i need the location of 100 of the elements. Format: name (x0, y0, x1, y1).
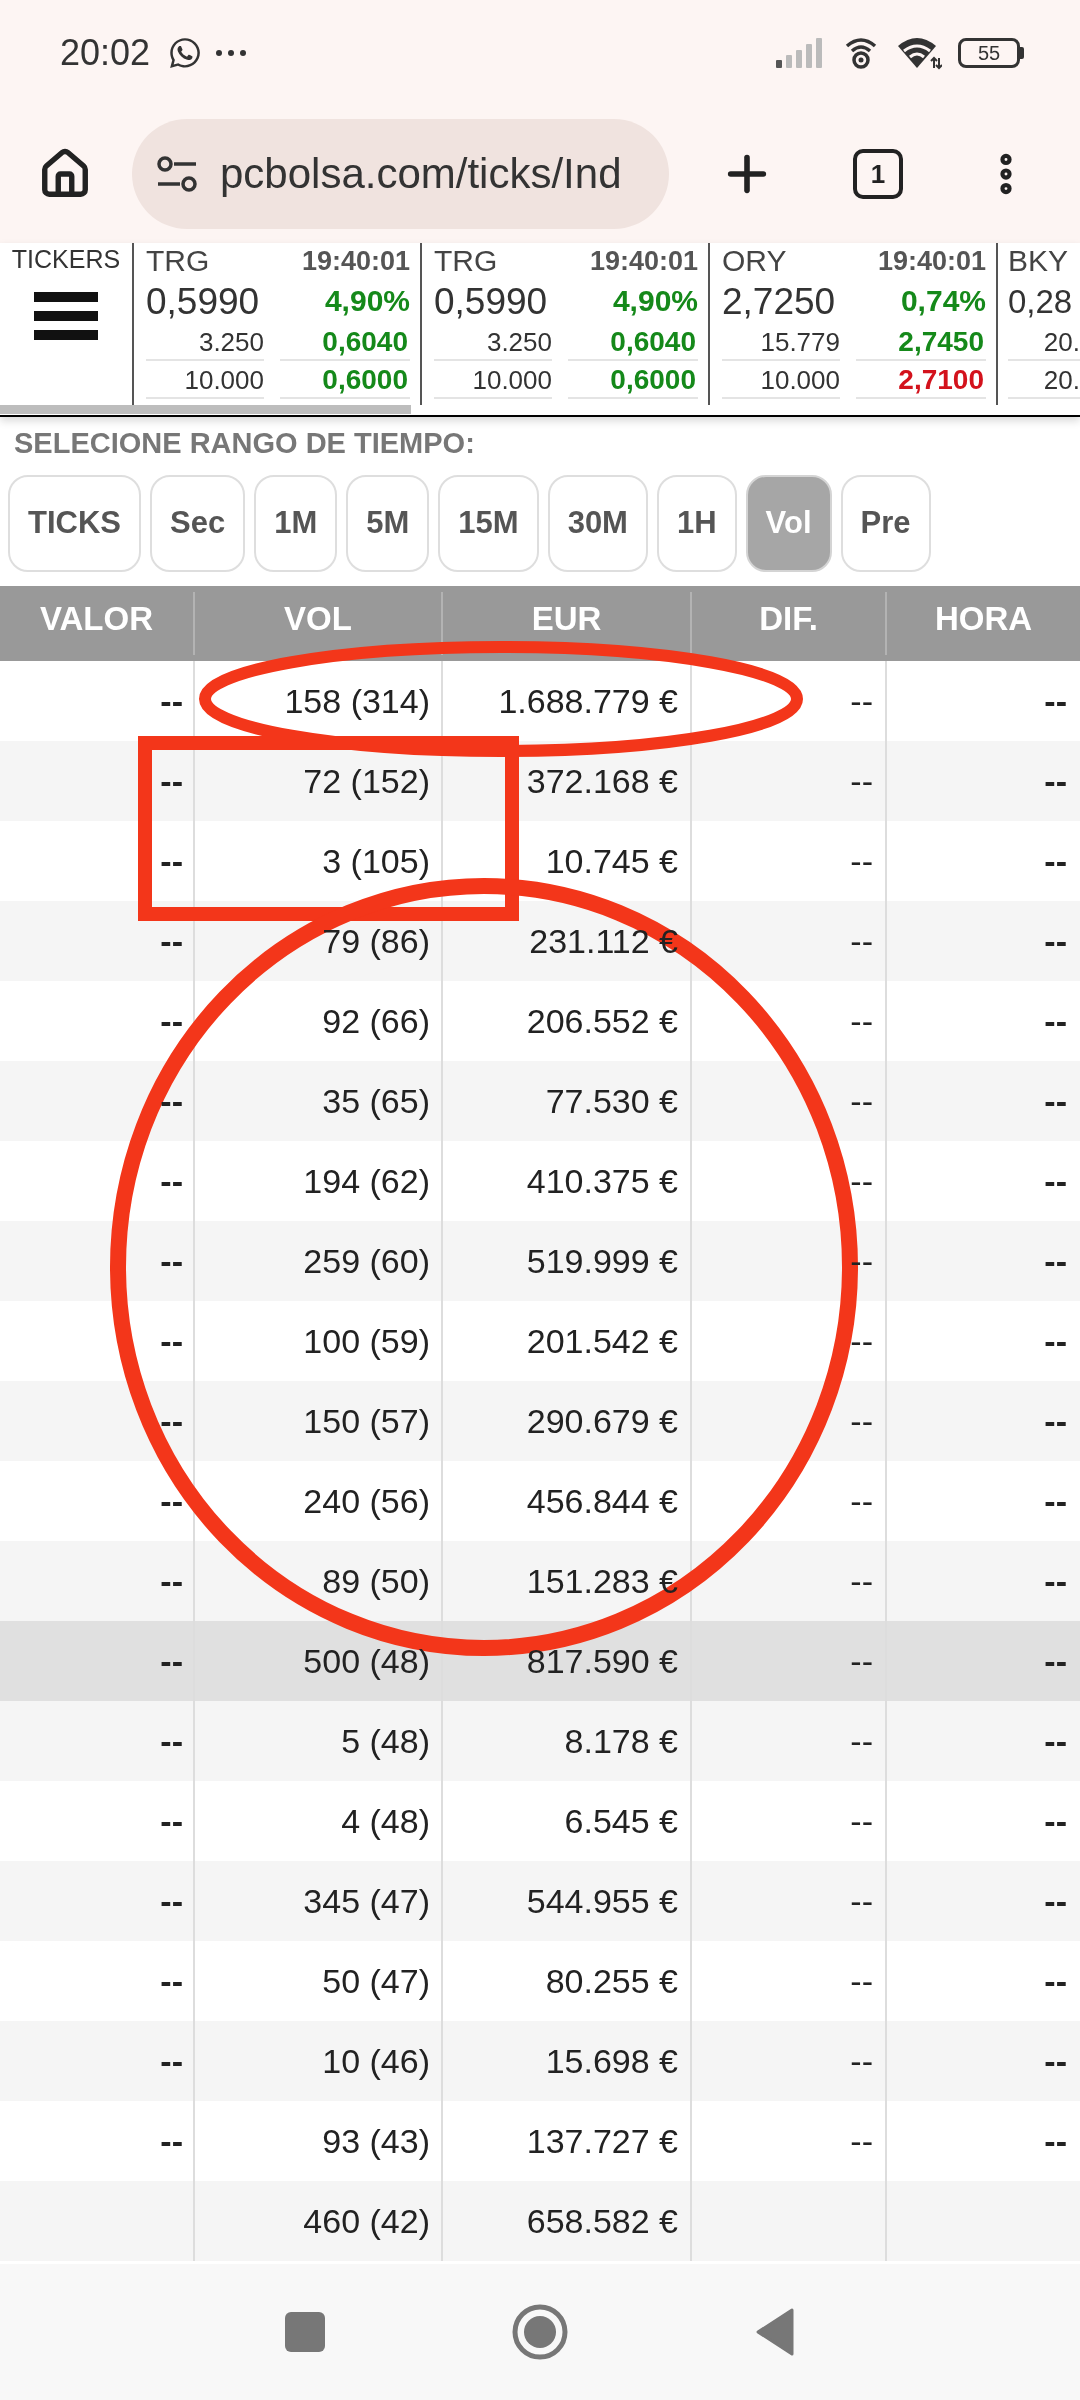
valor-cell: -- (160, 2044, 183, 2078)
ticker-symbol[interactable]: ORY (722, 246, 787, 276)
back-triangle-icon[interactable] (755, 2308, 794, 2356)
amount-cell: 410.375 € (526, 1164, 678, 1198)
volume-cell: 89 (50) (322, 1564, 430, 1598)
volume-cell: 345 (47) (303, 1884, 430, 1918)
valor-cell: -- (160, 1244, 183, 1278)
ticker-level-price: 0,6000 (280, 363, 410, 399)
time-cell: -- (1044, 844, 1067, 878)
volume-cell: 150 (57) (303, 1404, 430, 1438)
valor-cell: -- (160, 1564, 183, 1598)
difference-cell: -- (850, 1484, 873, 1518)
amount-cell: 372.168 € (526, 764, 678, 798)
ticker-symbol[interactable]: TRG (146, 246, 210, 276)
time-cell: -- (1044, 1564, 1067, 1598)
amount-cell: 290.679 € (526, 1404, 678, 1438)
table-row[interactable]: 460 (42) 658.582 € (0, 2181, 1080, 2261)
time-cell: -- (1044, 1724, 1067, 1758)
tab-count-button[interactable]: 1 (853, 149, 903, 199)
amount-cell: 456.844 € (526, 1484, 678, 1518)
difference-cell: -- (850, 1804, 873, 1838)
difference-cell: -- (850, 1404, 873, 1438)
table-row[interactable]: -- 500 (48) 817.590 € -- -- (0, 1621, 1080, 1701)
valor-cell: -- (160, 1644, 183, 1678)
table-row[interactable]: -- 150 (57) 290.679 € -- -- (0, 1381, 1080, 1461)
difference-cell: -- (850, 1084, 873, 1118)
time-cell: -- (1044, 1884, 1067, 1918)
volume-cell: 79 (86) (322, 924, 430, 958)
difference-cell: -- (850, 1004, 873, 1038)
amount-cell: 201.542 € (526, 1324, 678, 1358)
ticker-amount: 10.000 (434, 363, 552, 399)
ticker-level-price: 0,6040 (568, 325, 698, 361)
square-icon[interactable] (284, 2312, 325, 2352)
ticker-amount: 20. (1008, 363, 1080, 399)
amount-cell: 80.255 € (545, 1964, 678, 1998)
time-cell: -- (1044, 1164, 1067, 1198)
ticker-price: 0,5990 (146, 282, 260, 320)
time-cell: -- (1044, 2124, 1067, 2158)
ticker-amount: 10.000 (722, 363, 840, 399)
volume-cell: 194 (62) (303, 1164, 430, 1198)
volume-cell: 50 (47) (322, 1964, 430, 1998)
volume-cell: 10 (46) (322, 2044, 430, 2078)
chat-phone-icon (168, 35, 203, 70)
time-cell: -- (1044, 924, 1067, 958)
difference-cell: -- (850, 684, 873, 718)
valor-cell: -- (160, 844, 183, 878)
volume-cell: 92 (66) (322, 1004, 430, 1038)
table-row[interactable]: -- 5 (48) 8.178 € -- -- (0, 1701, 1080, 1781)
valor-cell: -- (160, 1004, 183, 1038)
difference-cell: -- (850, 1164, 873, 1198)
range-tab[interactable]: 1M (254, 475, 338, 572)
valor-cell: -- (160, 1964, 183, 1998)
valor-cell: -- (160, 1324, 183, 1358)
volume-cell: 93 (43) (322, 2124, 430, 2158)
range-tab[interactable]: TICKS (8, 475, 141, 572)
time-cell: -- (1044, 2044, 1067, 2078)
ticker-level-price: 2,7450 (856, 325, 986, 361)
difference-cell: -- (850, 1564, 873, 1598)
table-row[interactable]: -- 35 (65) 77.530 € -- -- (0, 1061, 1080, 1141)
valor-cell: -- (160, 1804, 183, 1838)
scrollbar-thumb[interactable] (0, 405, 411, 414)
amount-cell: 1.688.779 € (498, 684, 678, 718)
volume-cell: 72 (152) (303, 764, 430, 798)
ticker-amount: 3.250 (434, 325, 552, 361)
amount-cell: 519.999 € (526, 1244, 678, 1278)
time-cell: -- (1044, 1244, 1067, 1278)
table-row[interactable]: -- 10 (46) 15.698 € -- -- (0, 2021, 1080, 2101)
ticker-symbol[interactable]: BKY (1008, 246, 1069, 276)
table-row[interactable]: -- 345 (47) 544.955 € -- -- (0, 1861, 1080, 1941)
volume-cell: 460 (42) (303, 2204, 430, 2238)
valor-cell: -- (160, 1884, 183, 1918)
table-row[interactable]: -- 72 (152) 372.168 € -- -- (0, 741, 1080, 821)
difference-cell: -- (850, 844, 873, 878)
ticker-amount: 20. (1008, 325, 1080, 361)
ticker-amount: 15.779 (722, 325, 840, 361)
valor-cell: -- (160, 2124, 183, 2158)
volume-cell: 259 (60) (303, 1244, 430, 1278)
volume-cell: 4 (48) (341, 1804, 430, 1838)
volume-cell: 3 (105) (322, 844, 430, 878)
range-tab[interactable]: 1H (656, 475, 737, 572)
ticker-symbol[interactable]: TRG (434, 246, 498, 276)
time-cell: -- (1044, 1004, 1067, 1038)
ring-icon[interactable] (511, 2304, 568, 2360)
range-tab[interactable]: Sec (150, 475, 246, 572)
range-tab[interactable]: 30M (547, 475, 648, 572)
difference-cell: -- (850, 2124, 873, 2158)
url-text[interactable]: pcbolsa.com/ticks/Ind (220, 153, 622, 195)
valor-cell: -- (160, 1724, 183, 1758)
time-cell: -- (1044, 1804, 1067, 1838)
site-settings-icon[interactable] (156, 156, 198, 192)
ticker-time: 19:40:01 (301, 247, 410, 275)
time-cell: -- (1044, 1484, 1067, 1518)
amount-cell: 77.530 € (545, 1084, 678, 1118)
hotspot-icon (844, 35, 878, 70)
address-bar[interactable]: pcbolsa.com/ticks/Ind (132, 119, 669, 229)
range-tab[interactable]: 15M (438, 475, 539, 572)
time-cell: -- (1044, 1644, 1067, 1678)
hamburger-menu-icon[interactable] (34, 292, 98, 340)
range-tab[interactable]: Pre (840, 475, 931, 572)
range-tab[interactable]: 5M (346, 475, 430, 572)
